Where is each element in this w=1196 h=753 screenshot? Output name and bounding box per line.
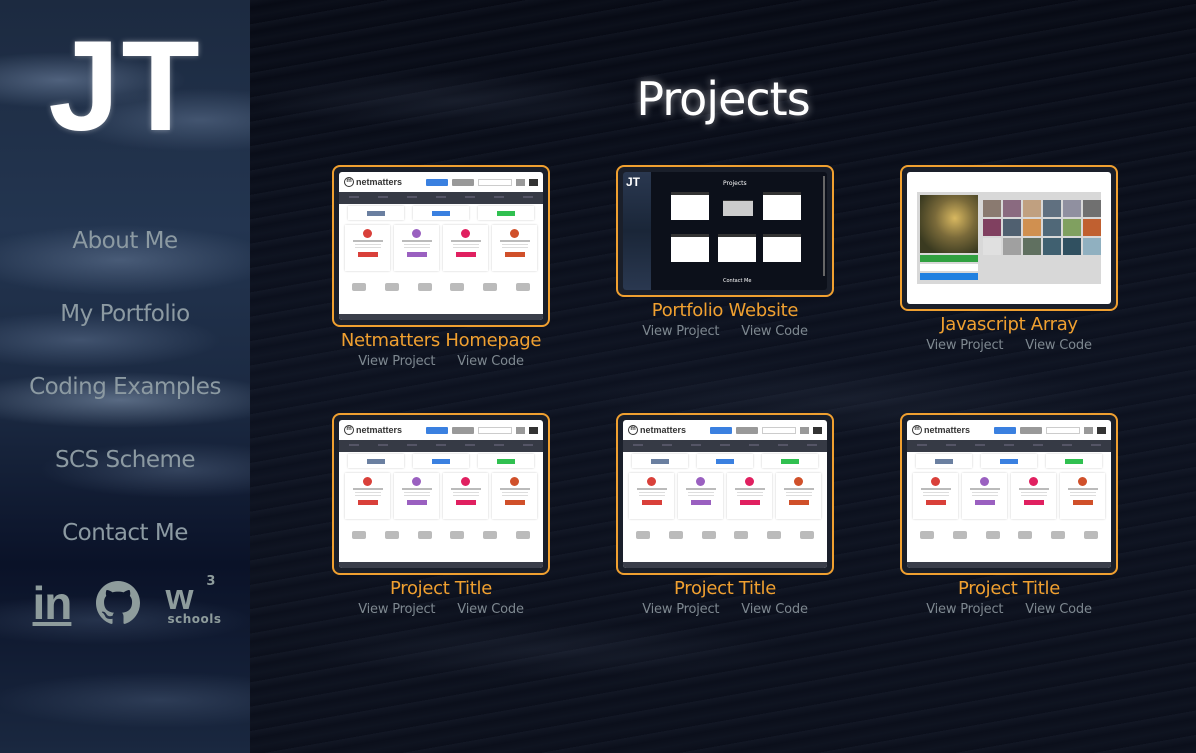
project-thumbnail[interactable]: JT Projects Contact Me xyxy=(616,165,834,297)
view-code-link[interactable]: View Code xyxy=(741,602,808,617)
netmatters-screenshot: m netmatters xyxy=(339,172,543,320)
linkedin-icon: in xyxy=(32,577,73,629)
view-code-link[interactable]: View Code xyxy=(457,602,524,617)
nav-scs-scheme[interactable]: SCS Scheme xyxy=(0,439,250,512)
nav-coding-examples[interactable]: Coding Examples xyxy=(0,366,250,439)
view-code-link[interactable]: View Code xyxy=(1025,338,1092,353)
sidebar: JT About Me My Portfolio Coding Examples… xyxy=(0,0,250,753)
project-card: m netmatters Project Title View Project V… xyxy=(331,413,551,617)
view-code-link[interactable]: View Code xyxy=(457,354,524,369)
view-project-link[interactable]: View Project xyxy=(642,324,719,339)
nav-about-me[interactable]: About Me xyxy=(0,220,250,293)
view-code-link[interactable]: View Code xyxy=(741,324,808,339)
project-card: JT Projects Contact Me Portfolio Website… xyxy=(615,165,835,339)
nav-my-portfolio[interactable]: My Portfolio xyxy=(0,293,250,366)
project-thumbnail[interactable] xyxy=(900,165,1118,311)
w3schools-link[interactable]: w 3 schools xyxy=(165,574,222,626)
project-title: Portfolio Website xyxy=(651,300,799,321)
project-title: Javascript Array xyxy=(940,314,1078,335)
social-links: in w 3 schools xyxy=(0,574,250,629)
sidebar-nav: About Me My Portfolio Coding Examples SC… xyxy=(0,220,250,585)
project-thumbnail[interactable]: m netmatters xyxy=(900,413,1118,575)
project-card: m netmatters Project Title View Project V… xyxy=(615,413,835,617)
project-thumbnail[interactable]: m netmatters xyxy=(332,413,550,575)
portfolio-screenshot: JT Projects Contact Me xyxy=(623,172,827,290)
view-project-link[interactable]: View Project xyxy=(926,602,1003,617)
view-project-link[interactable]: View Project xyxy=(358,602,435,617)
netmatters-screenshot: m netmatters xyxy=(339,420,543,568)
project-card: Javascript Array View Project View Code xyxy=(899,165,1119,353)
netmatters-screenshot: m netmatters xyxy=(623,420,827,568)
project-title: Project Title xyxy=(390,578,492,599)
github-icon xyxy=(96,581,141,624)
project-card: m netmatters Project Title View Project V… xyxy=(899,413,1119,617)
project-title: Project Title xyxy=(674,578,776,599)
github-link[interactable] xyxy=(96,581,141,625)
project-title: Netmatters Homepage xyxy=(340,330,542,351)
project-card: m netmatters Netmatters Homepage View Pro… xyxy=(331,165,551,369)
linkedin-link[interactable]: in xyxy=(32,577,73,629)
view-project-link[interactable]: View Project xyxy=(358,354,435,369)
project-title: Project Title xyxy=(958,578,1060,599)
site-logo[interactable]: JT xyxy=(0,22,250,152)
project-thumbnail[interactable]: m netmatters xyxy=(332,165,550,327)
netmatters-screenshot: m netmatters xyxy=(907,420,1111,568)
w3schools-icon: w 3 schools xyxy=(165,574,222,626)
view-project-link[interactable]: View Project xyxy=(642,602,719,617)
project-thumbnail[interactable]: m netmatters xyxy=(616,413,834,575)
page-title: Projects xyxy=(636,72,810,126)
view-code-link[interactable]: View Code xyxy=(1025,602,1092,617)
js-array-screenshot xyxy=(907,172,1111,304)
view-project-link[interactable]: View Project xyxy=(926,338,1003,353)
